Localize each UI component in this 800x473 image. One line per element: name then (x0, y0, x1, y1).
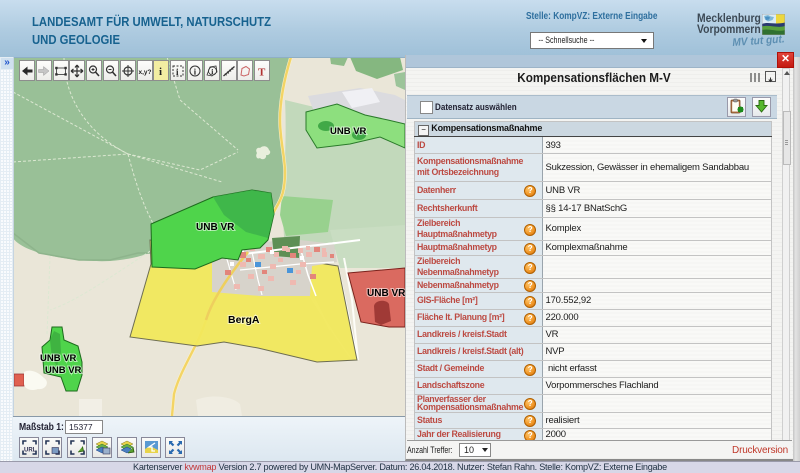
svg-text:UNB VR: UNB VR (40, 353, 77, 364)
svg-text:UNB VR: UNB VR (367, 288, 405, 299)
svg-text:UNB VR: UNB VR (45, 365, 82, 376)
svg-text:BergA: BergA (228, 314, 260, 326)
svg-text:i: i (194, 67, 197, 77)
svg-text:UNB VR: UNB VR (196, 222, 235, 233)
svg-text:x,y?: x,y? (138, 69, 151, 76)
svg-text:i: i (159, 66, 162, 78)
svg-text:UNB VR: UNB VR (330, 126, 367, 137)
svg-text:T: T (258, 67, 266, 79)
svg-text:i: i (211, 67, 213, 76)
svg-text:URL: URL (24, 448, 37, 454)
svg-text:i: i (176, 67, 179, 77)
